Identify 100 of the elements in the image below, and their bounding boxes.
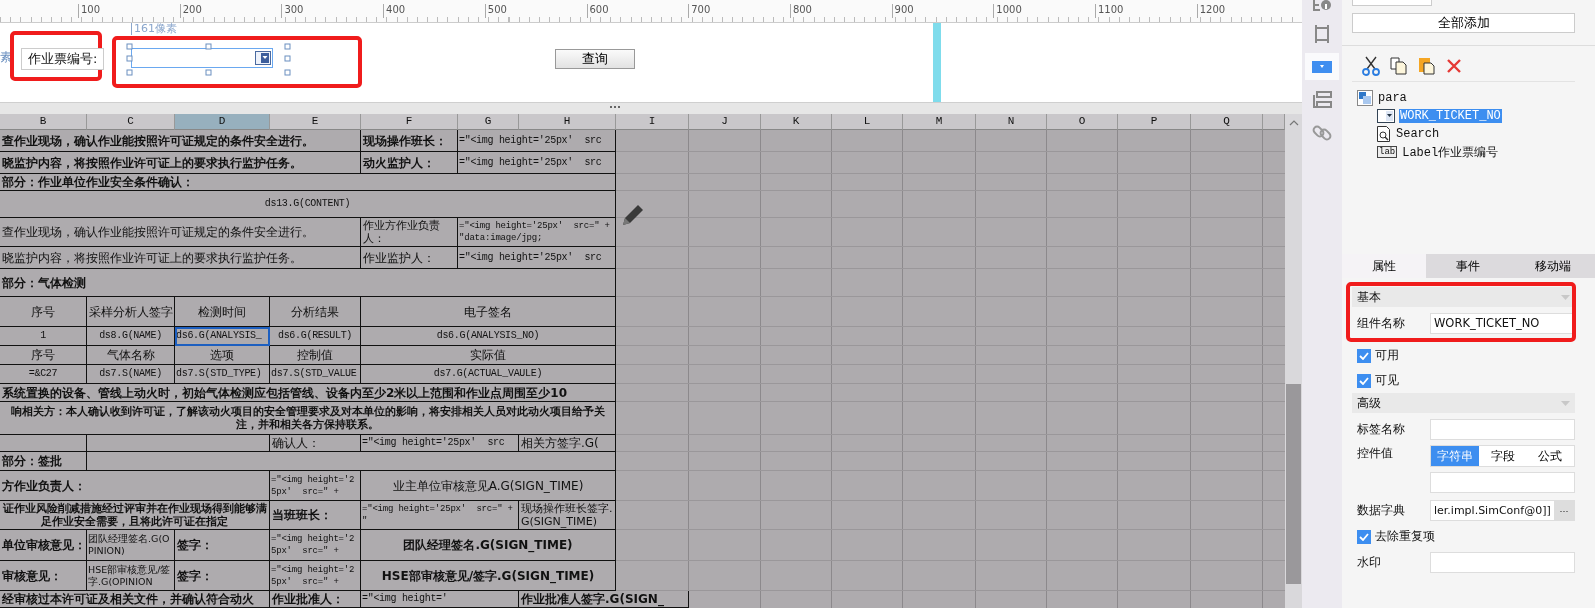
add-all-button[interactable]: 全部添加 xyxy=(1352,13,1575,33)
column-header[interactable]: Q xyxy=(1191,114,1263,130)
column-header[interactable]: O xyxy=(1047,114,1118,130)
input-field[interactable] xyxy=(1430,472,1575,493)
table-cell[interactable]: 1 xyxy=(0,327,87,346)
panel-tab[interactable]: 事件 xyxy=(1426,254,1511,278)
checkbox[interactable] xyxy=(1357,373,1371,388)
table-cell[interactable]: 响相关方：本人确认收到许可证，了解该动火项目的安全管理要求及对本单位的影响，将安排相关人员对此动火项目给予关注，并和相关各方保持联系。 xyxy=(0,402,616,435)
table-cell[interactable]: 晓监护内容，将按照作业许可证上的要求执行监护任务。 xyxy=(0,152,361,174)
input-field[interactable]: WORK_TICKET_NO xyxy=(1430,313,1575,334)
table-cell[interactable]: 团队经理签名.G(OPINION) xyxy=(87,530,175,561)
checkbox[interactable] xyxy=(1357,348,1371,363)
table-cell[interactable]: 经审核过本许可证及相关文件，并确认符合动火 xyxy=(0,591,270,608)
table-cell[interactable]: ="<img height=' xyxy=(361,591,519,608)
table-cell[interactable]: 签字： xyxy=(175,561,270,591)
table-cell[interactable]: ds7.S(STD_VALUE xyxy=(270,365,361,384)
table-cell[interactable]: 动火监护人： xyxy=(361,152,458,174)
table-cell[interactable]: ds7.G(ACTUAL_VAULE) xyxy=(361,365,616,384)
table-cell[interactable]: ds6.G(ANALYSIS_NO) xyxy=(361,327,616,346)
column-header[interactable]: F xyxy=(361,114,458,130)
table-cell[interactable]: 现场操作班长： xyxy=(361,130,458,152)
column-header[interactable]: J xyxy=(689,114,761,130)
table-cell[interactable]: 审核意见： xyxy=(0,561,87,591)
table-cell[interactable]: 部分：签批 xyxy=(0,452,87,471)
input-field[interactable] xyxy=(1430,552,1575,573)
tree-item[interactable]: para xyxy=(1377,91,1408,105)
table-cell[interactable]: 签字： xyxy=(175,530,270,561)
panel-tab[interactable]: 移动端 xyxy=(1510,254,1595,278)
table-cell[interactable]: 相关方签字.G( xyxy=(519,435,616,452)
table-cell[interactable]: 控制值 xyxy=(270,346,361,365)
column-header[interactable]: G xyxy=(458,114,519,130)
selection-handles[interactable] xyxy=(125,42,291,76)
scroll-up-icon[interactable] xyxy=(1289,120,1299,126)
dropdown-widget-icon[interactable] xyxy=(1305,53,1339,80)
table-cell[interactable]: ="<img height='25px' src=" + xyxy=(270,561,361,591)
table-cell[interactable]: ds6.G(ANALYSIS_ xyxy=(175,327,270,346)
table-cell[interactable]: 单位审核意见： xyxy=(0,530,87,561)
column-header[interactable]: B xyxy=(0,114,87,130)
vertical-scrollbar[interactable] xyxy=(1285,114,1302,608)
table-cell[interactable]: 作业批准人签字.G(SIGN_ xyxy=(519,591,689,608)
table-cell[interactable]: 系统置换的设备、管线上动火时，初始气体检测应包括管线、设备内至少2米以上范围和作业点周围至少10 xyxy=(0,384,616,402)
table-cell[interactable]: ="<img height='25px' src xyxy=(361,435,519,452)
table-cell[interactable]: 方作业负责人： xyxy=(0,471,270,501)
table-cell[interactable]: ="<img height='25px' src=" + " xyxy=(361,501,519,530)
splitter-handle[interactable] xyxy=(610,106,620,108)
dropdown-icon[interactable] xyxy=(255,51,271,65)
table-cell[interactable]: 选项 xyxy=(175,346,270,365)
table-cell[interactable]: 作业方作业负责人： xyxy=(361,218,458,247)
table-cell[interactable]: 证作业风险削减措施经过评审并在作业现场得到能够满足作业安全需要，且将此许可证在指定 xyxy=(0,501,270,530)
tree-item[interactable]: Label作业票编号 xyxy=(1401,143,1500,161)
table-cell[interactable]: 部分：作业单位作业安全条件确认： xyxy=(0,174,616,191)
column-header[interactable]: E xyxy=(270,114,361,130)
column-header[interactable]: K xyxy=(761,114,832,130)
copy-icon[interactable] xyxy=(1390,57,1408,75)
column-header[interactable]: I xyxy=(616,114,689,130)
table-cell[interactable]: ="<img height='25px' src xyxy=(458,247,616,269)
cut-icon[interactable] xyxy=(1362,56,1380,76)
input-field[interactable] xyxy=(1430,419,1575,440)
column-header[interactable]: L xyxy=(832,114,903,130)
table-cell[interactable]: 气体名称 xyxy=(87,346,175,365)
table-cell[interactable]: 晓监护内容，将按照作业许可证上的要求执行监护任务。 xyxy=(0,247,361,269)
table-cell[interactable]: 采样分析人签字 xyxy=(87,297,175,327)
table-cell[interactable]: 确认人： xyxy=(270,435,361,452)
column-header[interactable]: P xyxy=(1118,114,1191,130)
paste-icon[interactable] xyxy=(1418,57,1436,75)
table-cell[interactable]: HSE部审核意见/签字.G(SIGN_TIME) xyxy=(361,561,616,591)
column-header[interactable]: H xyxy=(519,114,616,130)
section-header[interactable]: 高级 xyxy=(1352,393,1575,413)
tree-item[interactable]: Search xyxy=(1395,127,1441,141)
checkbox[interactable] xyxy=(1357,529,1371,544)
table-cell[interactable]: ="<img height='25px' src=" + xyxy=(270,471,361,501)
table-cell[interactable]: 作业批准人： xyxy=(270,591,361,608)
table-cell[interactable]: ds7.S(STD_TYPE) xyxy=(175,365,270,384)
table-cell[interactable]: 检测时间 xyxy=(175,297,270,327)
query-button[interactable]: 查询 xyxy=(555,49,635,69)
table-cell[interactable]: HSE部审核意见/签字.G(OPINION xyxy=(87,561,175,591)
table-cell[interactable]: ds6.G(RESULT) xyxy=(270,327,361,346)
table-cell[interactable]: 当班班长： xyxy=(270,501,361,530)
table-cell[interactable]: 查作业现场，确认作业能按照许可证规定的条件安全进行。 xyxy=(0,130,361,152)
empty-cell[interactable] xyxy=(0,435,87,452)
table-cell[interactable]: 序号 xyxy=(0,297,87,327)
delete-icon[interactable] xyxy=(1446,58,1462,74)
column-header[interactable]: C xyxy=(87,114,175,130)
empty-cell[interactable] xyxy=(87,435,270,452)
table-cell[interactable]: ="<img height='25px' src=" + "data:image/jpg; xyxy=(458,218,616,247)
table-cell[interactable]: ds13.G(CONTENT) xyxy=(0,191,616,218)
table-cell[interactable]: 业主单位审核意见A.G(SIGN_TIME) xyxy=(361,471,616,501)
table-cell[interactable]: 序号 xyxy=(0,346,87,365)
column-header[interactable]: D xyxy=(175,114,270,130)
table-cell[interactable]: 作业监护人： xyxy=(361,247,458,269)
table-cell[interactable]: 分析结果 xyxy=(270,297,361,327)
table-cell[interactable]: 团队经理签名.G(SIGN_TIME) xyxy=(361,530,616,561)
column-header[interactable]: N xyxy=(976,114,1047,130)
empty-cell[interactable] xyxy=(87,452,616,471)
table-cell[interactable]: 实际值 xyxy=(361,346,616,365)
scroll-thumb[interactable] xyxy=(1286,384,1301,584)
table-cell[interactable]: 部分：气体检测 xyxy=(0,269,616,297)
table-cell[interactable]: ds8.G(NAME) xyxy=(87,327,175,346)
table-cell[interactable]: ="<img height='25px' src xyxy=(458,152,616,174)
table-cell[interactable]: =&C27 xyxy=(0,365,87,384)
